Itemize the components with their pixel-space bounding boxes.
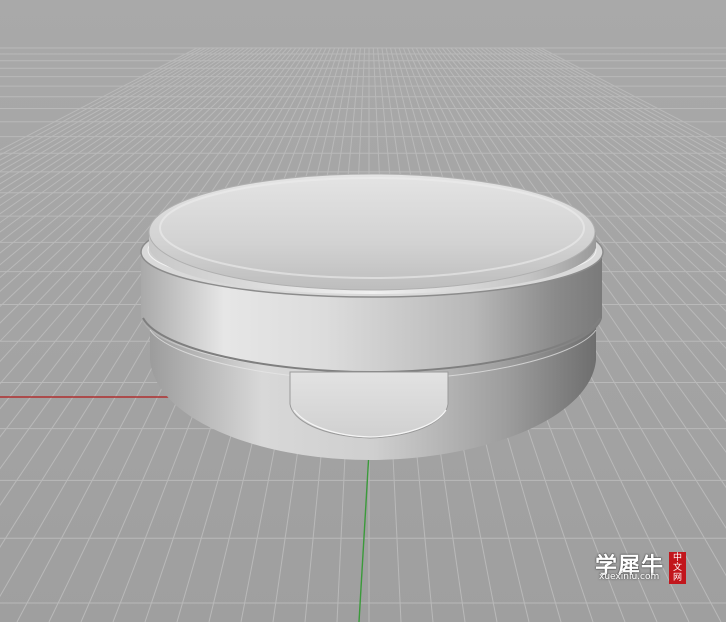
perspective-viewport[interactable]: 学犀牛 xuexiniu.com 中文网 — [0, 0, 726, 622]
watermark-url: xuexiniu.com — [599, 572, 660, 582]
watermark-badge: 中文网 — [669, 552, 686, 584]
compact-case-model[interactable] — [140, 173, 604, 460]
scene-canvas[interactable] — [0, 0, 726, 622]
y-axis-line — [358, 451, 370, 622]
watermark-logo: 学犀牛 xuexiniu.com 中文网 — [595, 548, 691, 590]
lid-top — [148, 173, 596, 291]
